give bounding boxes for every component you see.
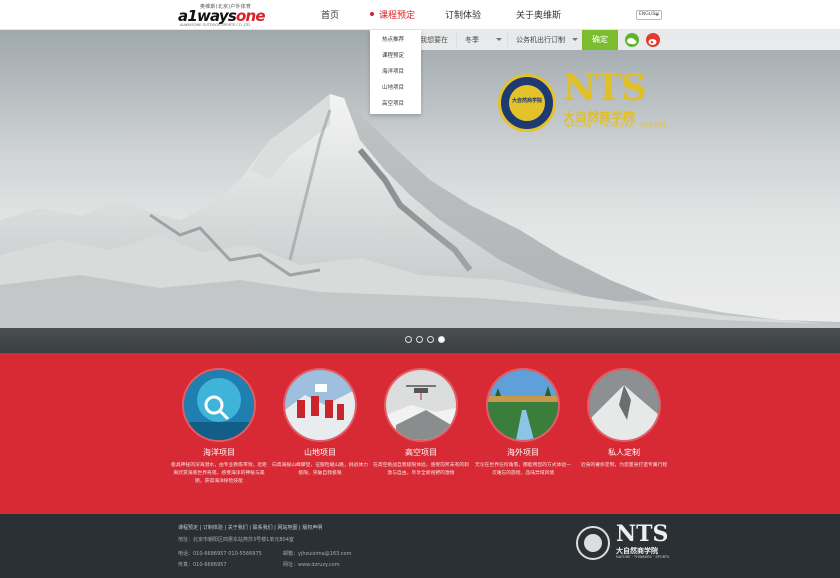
- top-header: 奥维斯(北京)户外体育 a1waysone ALWAYSONE OUTDOOR …: [0, 0, 840, 30]
- type-select[interactable]: 公务机出行订制: [507, 32, 582, 48]
- nav-active-dot: [370, 12, 374, 16]
- footer-seal-logo: [576, 526, 610, 560]
- nav-home[interactable]: 首页: [321, 8, 339, 21]
- nts-title: NTS: [563, 67, 647, 109]
- footer-address: 地址：北京市朝阳区四惠东站燕莎3号楼1单元804室: [178, 537, 294, 543]
- type-select-value: 公务机出行订制: [516, 36, 565, 44]
- helicopter-image[interactable]: [386, 370, 456, 440]
- search-label: 我想要在: [420, 36, 448, 44]
- nav-about[interactable]: 关于奥维斯: [516, 8, 561, 21]
- site-footer: [0, 514, 840, 578]
- slider-dot-3[interactable]: [427, 336, 434, 343]
- ocean-image[interactable]: [184, 370, 254, 440]
- footer-links[interactable]: 课程预定 | 订制体验 | 关于我们 | 联系我们 | 网站地图 | 版权声明: [178, 524, 322, 531]
- nts-english-name: NATURE · THINKERS · SPORTS: [565, 122, 668, 129]
- feature-desc: 无论在世界任何角落，都能用您的方式体验一次难忘的旅程，品味异域风情: [475, 463, 571, 476]
- weibo-icon[interactable]: [646, 33, 660, 47]
- alwaysone-logo[interactable]: 奥维斯(北京)户外体育 a1waysone ALWAYSONE OUTDOOR …: [178, 3, 270, 27]
- language-select[interactable]: ENGLISH: [636, 10, 662, 20]
- dropdown-item-mountain[interactable]: 山地项目: [370, 80, 421, 96]
- feature-title: 山地项目: [304, 448, 336, 457]
- feature-desc: 极具神秘的深海潜水，由专业教练带领，近距离欣赏海底世界奇观，感受海洋的神秘与美丽…: [171, 463, 267, 484]
- confirm-button[interactable]: 确定: [582, 30, 618, 50]
- feature-desc: 在高空挑战自我极限体验，感受前所未有的刺激与自由，尽享全新视野的激情: [373, 463, 469, 476]
- nav-course-booking[interactable]: 课程预定: [379, 8, 415, 21]
- feature-title: 海外项目: [507, 448, 539, 457]
- feature-title: 高空项目: [405, 448, 437, 457]
- season-select-value: 冬季: [465, 36, 479, 44]
- feature-desc: 近身的奢侈定制，为您量身打造专属行程: [580, 463, 668, 468]
- slider-dot-4[interactable]: [438, 336, 445, 343]
- dropdown-item-booking[interactable]: 课程预定: [370, 48, 421, 64]
- season-select[interactable]: 冬季: [456, 32, 506, 48]
- course-dropdown-menu: 热点推荐 课程预定 海洋项目 山地项目 高空项目: [370, 30, 421, 114]
- logo-subtitle: ALWAYSONE OUTDOOR SPORTS CO.,LTD: [180, 23, 250, 27]
- private-custom-image[interactable]: [589, 370, 659, 440]
- dropdown-item-hot[interactable]: 热点推荐: [370, 32, 421, 48]
- feature-title: 海洋项目: [203, 448, 235, 457]
- footer-email: 邮箱：yjhzuizima@163.com: [283, 551, 352, 557]
- logo-wordmark: a1waysone: [178, 7, 266, 25]
- slider-dot-1[interactable]: [405, 336, 412, 343]
- feature-title: 私人定制: [608, 448, 640, 457]
- footer-nts-en: NATURE · THINKERS · SPORTS: [616, 555, 670, 559]
- wechat-icon[interactable]: [625, 33, 639, 47]
- overseas-landscape-image[interactable]: [488, 370, 558, 440]
- mountain-team-image[interactable]: [285, 370, 355, 440]
- slider-dot-2[interactable]: [416, 336, 423, 343]
- nav-custom-experience[interactable]: 订制体验: [445, 8, 481, 21]
- footer-phone: 电话：010-6686957 010-5566975: [178, 551, 262, 557]
- feature-desc: 向高海拔山峰攀登，征服险峻山路，挑战体力极限，突破自我极限: [272, 463, 368, 476]
- nts-badge-logo: 大自然商学院: [498, 74, 556, 132]
- chevron-down-icon: [572, 38, 578, 44]
- chevron-down-icon: [496, 38, 502, 44]
- dropdown-item-ocean[interactable]: 海洋项目: [370, 64, 421, 80]
- footer-nts-title: NTS: [616, 521, 669, 547]
- footer-website: 网址：www.dzruzy.com: [283, 562, 340, 568]
- dropdown-item-sky[interactable]: 高空项目: [370, 96, 421, 112]
- footer-fax: 传真：010-6686957: [178, 562, 227, 568]
